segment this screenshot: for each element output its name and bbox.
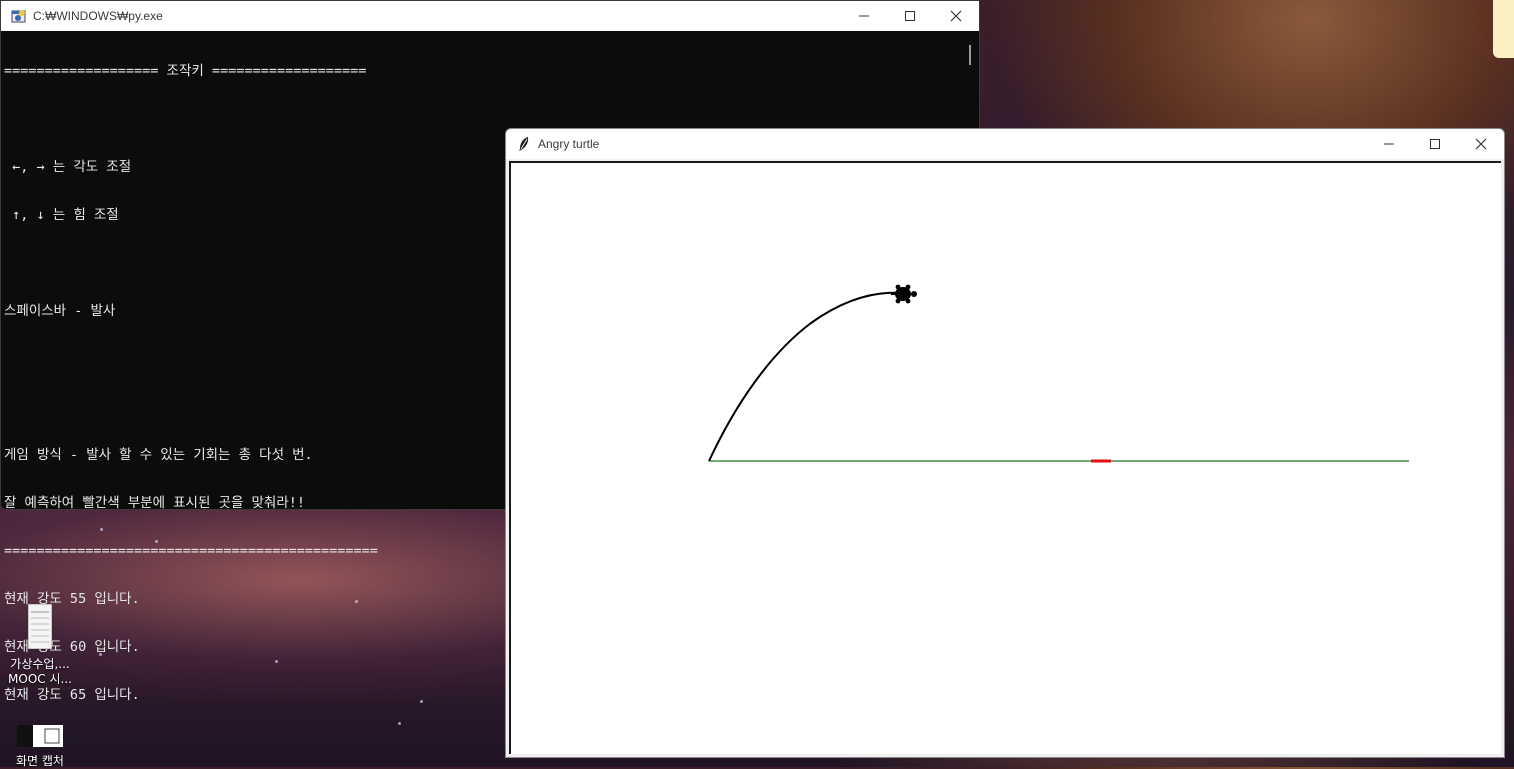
console-close-button[interactable]: [933, 1, 979, 31]
turtle-close-button[interactable]: [1458, 129, 1504, 159]
desktop-icon-label-line2: MOOC 시...: [8, 672, 72, 686]
maximize-icon: [905, 11, 915, 21]
turtle-minimize-button[interactable]: [1366, 129, 1412, 159]
turtle-icon: [891, 284, 917, 304]
console-title: C:₩WINDOWS₩py.exe: [33, 9, 163, 23]
turtle-maximize-button[interactable]: [1412, 129, 1458, 159]
turtle-drawing: [708, 284, 1409, 463]
desktop-icon-label-line1: 가상수업,...: [10, 657, 70, 671]
python-app-icon: [11, 10, 26, 23]
document-icon: [27, 603, 53, 650]
close-icon: [1475, 138, 1487, 150]
sticky-note[interactable]: [1493, 0, 1514, 58]
turtle-titlebar[interactable]: Angry turtle: [506, 129, 1504, 159]
console-titlebar[interactable]: C:₩WINDOWS₩py.exe: [1, 1, 979, 31]
close-icon: [950, 10, 962, 22]
trajectory-path: [708, 291, 904, 462]
screen-capture-icon: [17, 725, 63, 747]
maximize-icon: [1430, 139, 1440, 149]
minimize-icon: [859, 15, 869, 17]
console-scrollbar-thumb[interactable]: [969, 45, 971, 65]
turtle-title: Angry turtle: [538, 137, 600, 151]
turtle-window[interactable]: Angry turtle: [505, 128, 1505, 758]
console-maximize-button[interactable]: [887, 1, 933, 31]
desktop-icon-screenshot[interactable]: 화면 캡처: [0, 725, 80, 769]
minimize-icon: [1384, 143, 1394, 145]
feather-icon: [519, 137, 529, 151]
desktop-icon-document[interactable]: 가상수업,... MOOC 시...: [0, 603, 80, 687]
console-minimize-button[interactable]: [841, 1, 887, 31]
turtle-canvas[interactable]: [509, 161, 1501, 754]
console-line: =================== 조작키 ================…: [4, 63, 367, 79]
